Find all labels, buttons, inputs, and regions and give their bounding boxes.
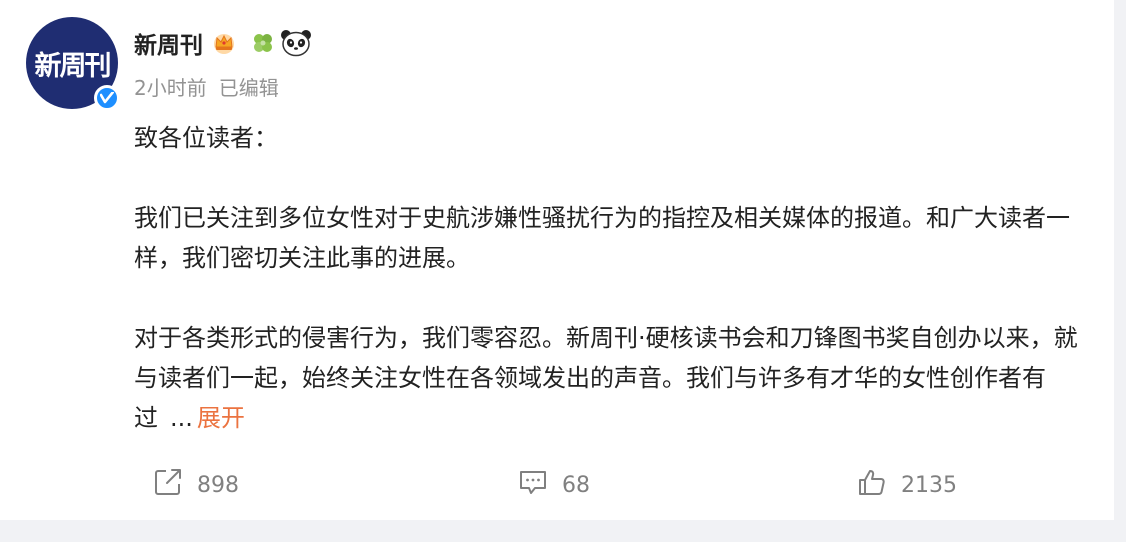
avatar[interactable]: 新周刊 [26,17,120,111]
ellipsis: ... [170,404,193,432]
post-paragraph-2-text: 对于各类形式的侵害行为，我们零容忍。新周刊·硬核读书会和刀锋图书奖自创办以来，就… [134,324,1078,432]
post-meta: 2小时前 已编辑 [134,72,279,101]
panda-icon[interactable] [280,29,312,57]
verified-icon [94,85,120,111]
like-button[interactable]: 2135 [857,462,957,508]
weibo-post-card: 新周刊 新周刊 2小时前 已编辑 致各位读者： 我们已关注到多位女性对于史航涉嫌… [0,0,1114,520]
post-paragraph-2: 对于各类形式的侵害行为，我们零容忍。新周刊·硬核读书会和刀锋图书奖自创办以来，就… [134,318,1084,438]
comment-icon [518,467,548,503]
post-greeting: 致各位读者： [134,124,278,152]
forward-count: 898 [197,472,239,498]
forward-icon [153,467,183,503]
action-bar: 898 68 2135 [0,462,1114,508]
expand-link[interactable]: 展开 [197,404,245,432]
like-count: 2135 [901,472,957,498]
thumbs-up-icon [857,467,887,503]
comment-button[interactable]: 68 [518,462,590,508]
post-paragraph-1: 我们已关注到多位女性对于史航涉嫌性骚扰行为的指控及相关媒体的报道。和广大读者一样… [134,204,1070,272]
comment-count: 68 [562,472,590,498]
avatar-logo-text: 新周刊 [34,50,112,82]
page-background-strip [1114,0,1126,542]
post-header: 新周刊 [134,26,312,60]
edited-label[interactable]: 已编辑 [219,76,279,100]
username[interactable]: 新周刊 [134,26,203,60]
crown-icon[interactable] [212,31,236,55]
post-time[interactable]: 2小时前 [134,76,207,100]
forward-button[interactable]: 898 [153,462,239,508]
clover-icon[interactable] [250,30,276,56]
post-content: 致各位读者： 我们已关注到多位女性对于史航涉嫌性骚扰行为的指控及相关媒体的报道。… [134,118,1084,438]
